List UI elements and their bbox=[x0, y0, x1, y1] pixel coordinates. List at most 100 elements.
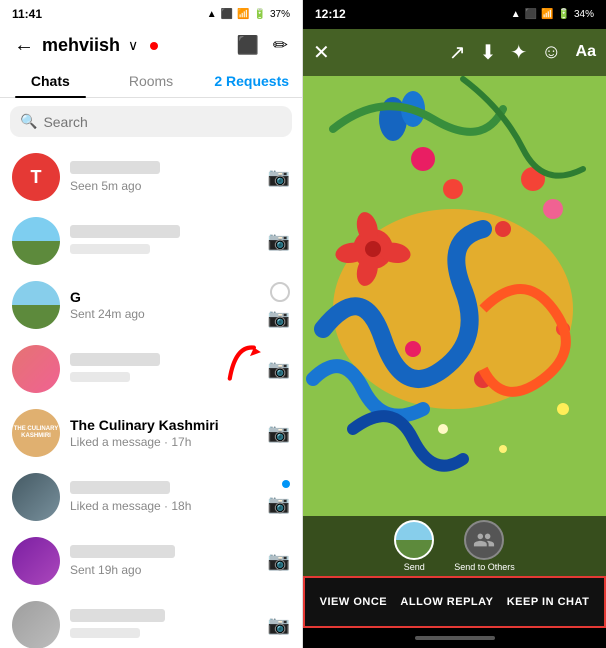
send-label: Send bbox=[404, 562, 425, 572]
chat-item[interactable]: 📷 bbox=[0, 337, 302, 401]
chat-item[interactable]: 📷 bbox=[0, 593, 302, 648]
chat-info bbox=[70, 225, 258, 257]
view-once-option[interactable]: VIEW ONCE bbox=[320, 596, 387, 608]
select-circle[interactable] bbox=[270, 282, 290, 302]
search-icon: 🔍 bbox=[20, 113, 37, 130]
chat-item[interactable]: 📷 bbox=[0, 209, 302, 273]
share-icon[interactable]: ↗ bbox=[449, 40, 466, 65]
chat-right: 📷 bbox=[268, 167, 290, 188]
chat-sub: Seen 5m ago bbox=[70, 179, 258, 193]
status-icons-left: ▲ ⬛ 📶 🔋 37% bbox=[207, 9, 290, 20]
dropdown-icon[interactable]: ∨ bbox=[128, 37, 138, 54]
chat-right: 📷 bbox=[268, 423, 290, 444]
avatar: THE CULINARYKASHMIRI bbox=[12, 409, 60, 457]
top-bar-icons-right: ↗ ⬇ ✦ ☺ Aa bbox=[449, 40, 596, 65]
tab-rooms[interactable]: Rooms bbox=[101, 63, 202, 97]
chat-right: 📷 bbox=[268, 551, 290, 572]
chat-info: G Sent 24m ago bbox=[70, 289, 258, 321]
chat-name: The Culinary Kashmiri bbox=[70, 417, 258, 433]
top-bar: ✕ ↗ ⬇ ✦ ☺ Aa bbox=[303, 28, 606, 76]
left-panel: 11:41 ▲ ⬛ 📶 🔋 37% ← mehviish ∨ ⬛ ✏ Chats… bbox=[0, 0, 303, 648]
camera-icon[interactable]: 📷 bbox=[268, 551, 290, 572]
send-others-label: Send to Others bbox=[454, 562, 515, 572]
send-item[interactable]: Send bbox=[394, 520, 434, 572]
search-input[interactable] bbox=[43, 114, 282, 130]
send-others-icon bbox=[464, 520, 504, 560]
send-to-others-item[interactable]: Send to Others bbox=[454, 520, 515, 572]
chat-sub: Sent 24m ago bbox=[70, 307, 258, 321]
header: ← mehviish ∨ ⬛ ✏ bbox=[0, 28, 302, 63]
bottom-options: Send Send to Others VIEW ONCE ALLOW REPL… bbox=[303, 516, 606, 648]
time-left: 11:41 bbox=[12, 7, 42, 21]
keep-in-chat-option[interactable]: KEEP IN CHAT bbox=[507, 596, 590, 608]
chat-sub bbox=[70, 627, 258, 641]
close-icon[interactable]: ✕ bbox=[313, 40, 330, 65]
chat-info: The Culinary Kashmiri Liked a message · … bbox=[70, 417, 258, 449]
username: mehviish bbox=[42, 35, 120, 56]
compose-icon[interactable]: ✏ bbox=[273, 35, 288, 56]
chat-name bbox=[70, 545, 258, 561]
camera-icon[interactable]: 📷 bbox=[268, 167, 290, 188]
chat-info: Liked a message · 18h bbox=[70, 481, 258, 513]
chat-sub bbox=[70, 371, 258, 385]
allow-replay-option[interactable]: ALLOW REPLAY bbox=[400, 596, 493, 608]
chat-name bbox=[70, 609, 258, 625]
chat-item[interactable]: THE CULINARYKASHMIRI The Culinary Kashmi… bbox=[0, 401, 302, 465]
avatar: T bbox=[12, 153, 60, 201]
camera-icon[interactable]: 📷 bbox=[268, 308, 290, 329]
video-call-icon[interactable]: ⬛ bbox=[236, 35, 258, 56]
chat-right: 📷 bbox=[268, 615, 290, 636]
chat-name bbox=[70, 481, 258, 497]
home-indicator bbox=[303, 628, 606, 648]
avatar bbox=[12, 217, 60, 265]
camera-icon[interactable]: 📷 bbox=[268, 615, 290, 636]
chat-name bbox=[70, 161, 258, 177]
sticker-icon[interactable]: ☺ bbox=[541, 41, 561, 64]
header-left: ← mehviish ∨ bbox=[14, 34, 158, 57]
chat-sub: Liked a message · 17h bbox=[70, 435, 258, 449]
camera-icon[interactable]: 📷 bbox=[268, 231, 290, 252]
unread-dot bbox=[282, 480, 290, 488]
camera-icon[interactable]: 📷 bbox=[268, 423, 290, 444]
tab-requests[interactable]: 2 Requests bbox=[201, 63, 302, 97]
chat-sub: Sent 19h ago bbox=[70, 563, 258, 577]
send-avatar bbox=[394, 520, 434, 560]
chat-name bbox=[70, 225, 258, 241]
tab-chats[interactable]: Chats bbox=[0, 63, 101, 97]
chat-info bbox=[70, 353, 258, 385]
send-row: Send Send to Others bbox=[303, 516, 606, 576]
chat-item[interactable]: Liked a message · 18h 📷 bbox=[0, 465, 302, 529]
chat-name bbox=[70, 353, 258, 369]
chat-right: 📷 bbox=[268, 282, 290, 329]
chat-right: 📷 bbox=[268, 480, 290, 515]
chat-info bbox=[70, 609, 258, 641]
avatar bbox=[12, 281, 60, 329]
status-dot bbox=[150, 42, 158, 50]
chat-sub: Liked a message · 18h bbox=[70, 499, 258, 513]
chat-sub bbox=[70, 243, 258, 257]
right-panel: 12:12 ▲ ⬛ 📶 🔋 34% bbox=[303, 0, 606, 648]
camera-icon[interactable]: 📷 bbox=[268, 359, 290, 380]
chat-item[interactable]: G Sent 24m ago 📷 bbox=[0, 273, 302, 337]
search-bar[interactable]: 🔍 bbox=[10, 106, 292, 137]
status-bar-left: 11:41 ▲ ⬛ 📶 🔋 37% bbox=[0, 0, 302, 28]
chat-right: 📷 bbox=[268, 231, 290, 252]
header-right: ⬛ ✏ bbox=[236, 35, 288, 56]
back-button[interactable]: ← bbox=[14, 34, 34, 57]
chat-info: Sent 19h ago bbox=[70, 545, 258, 577]
text-style-button[interactable]: Aa bbox=[576, 43, 596, 61]
chat-list: T Seen 5m ago 📷 bbox=[0, 145, 302, 648]
avatar bbox=[12, 537, 60, 585]
download-icon[interactable]: ⬇ bbox=[480, 40, 497, 65]
avatar bbox=[12, 601, 60, 648]
chat-info: Seen 5m ago bbox=[70, 161, 258, 193]
chat-item[interactable]: Sent 19h ago 📷 bbox=[0, 529, 302, 593]
avatar bbox=[12, 473, 60, 521]
tabs: Chats Rooms 2 Requests bbox=[0, 63, 302, 98]
chat-name: G bbox=[70, 289, 258, 305]
chat-item[interactable]: T Seen 5m ago 📷 bbox=[0, 145, 302, 209]
chat-right: 📷 bbox=[268, 359, 290, 380]
camera-icon[interactable]: 📷 bbox=[268, 494, 290, 515]
sparkle-icon[interactable]: ✦ bbox=[510, 40, 527, 65]
home-bar bbox=[415, 636, 495, 640]
